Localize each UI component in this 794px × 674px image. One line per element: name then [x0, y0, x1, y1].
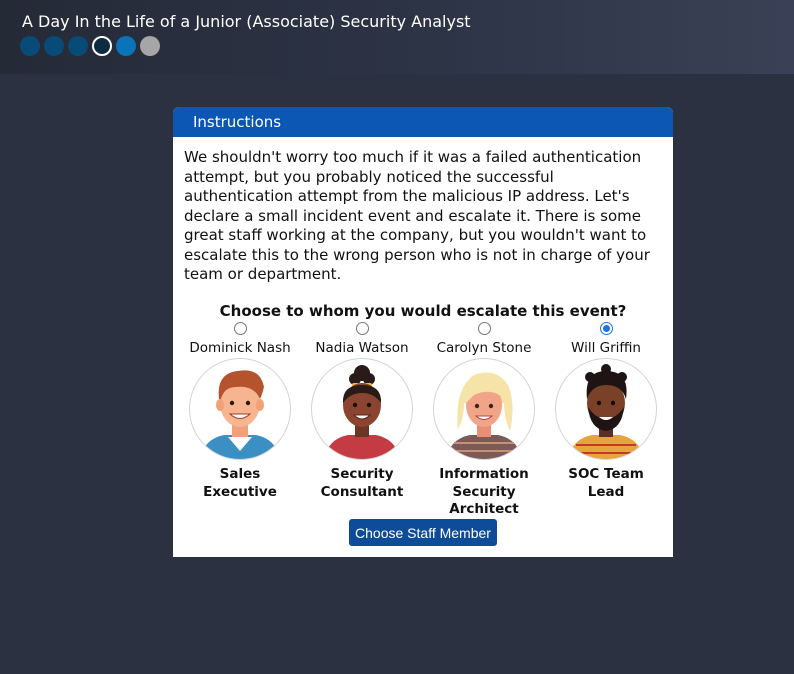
progress-step-2 — [44, 36, 64, 56]
staff-role: SOC Team Lead — [568, 466, 644, 500]
progress-indicator — [20, 36, 160, 56]
staff-option-dominick-nash[interactable]: Dominick Nash Sales Executive — [179, 320, 301, 519]
progress-step-6 — [140, 36, 160, 56]
staff-option-nadia-watson[interactable]: Nadia Watson Security Consultant — [301, 320, 423, 519]
question-prompt: Choose to whom you would escalate this e… — [219, 301, 627, 320]
staff-name: Carolyn Stone — [436, 340, 532, 356]
radio-carolyn-stone[interactable] — [477, 322, 491, 335]
avatar-will-griffin[interactable] — [555, 358, 657, 460]
progress-step-1 — [20, 36, 40, 56]
radio-will-griffin[interactable] — [599, 322, 613, 335]
staff-role: Information Security Architect — [439, 466, 529, 517]
radio-dominick-nash[interactable] — [233, 322, 247, 335]
staff-role: Security Consultant — [320, 466, 404, 500]
avatar-carolyn-stone[interactable] — [433, 358, 535, 460]
avatar-nadia-watson[interactable] — [311, 358, 413, 460]
course-title: A Day In the Life of a Junior (Associate… — [22, 12, 471, 31]
choose-staff-member-button[interactable]: Choose Staff Member — [349, 519, 497, 546]
staff-name: Nadia Watson — [315, 340, 409, 356]
staff-options: Dominick Nash Sales Executive Nadia Wats… — [179, 320, 667, 519]
instructions-text: We shouldn't worry too much if it was a … — [184, 148, 650, 283]
staff-option-carolyn-stone[interactable]: Carolyn Stone Information Security Archi… — [423, 320, 545, 519]
staff-name: Dominick Nash — [189, 340, 291, 356]
progress-step-3 — [68, 36, 88, 56]
staff-name: Will Griffin — [571, 340, 641, 356]
card-title: Instructions — [173, 107, 673, 137]
staff-role: Sales Executive — [203, 466, 277, 500]
radio-nadia-watson[interactable] — [355, 322, 369, 335]
progress-step-5 — [116, 36, 136, 56]
instructions-card: Instructions We shouldn't worry too much… — [173, 107, 673, 557]
top-bar: A Day In the Life of a Junior (Associate… — [0, 0, 794, 74]
avatar-dominick-nash[interactable] — [189, 358, 291, 460]
progress-step-4-current — [92, 36, 112, 56]
staff-option-will-griffin[interactable]: Will Griffin SOC Team Lead — [545, 320, 667, 519]
